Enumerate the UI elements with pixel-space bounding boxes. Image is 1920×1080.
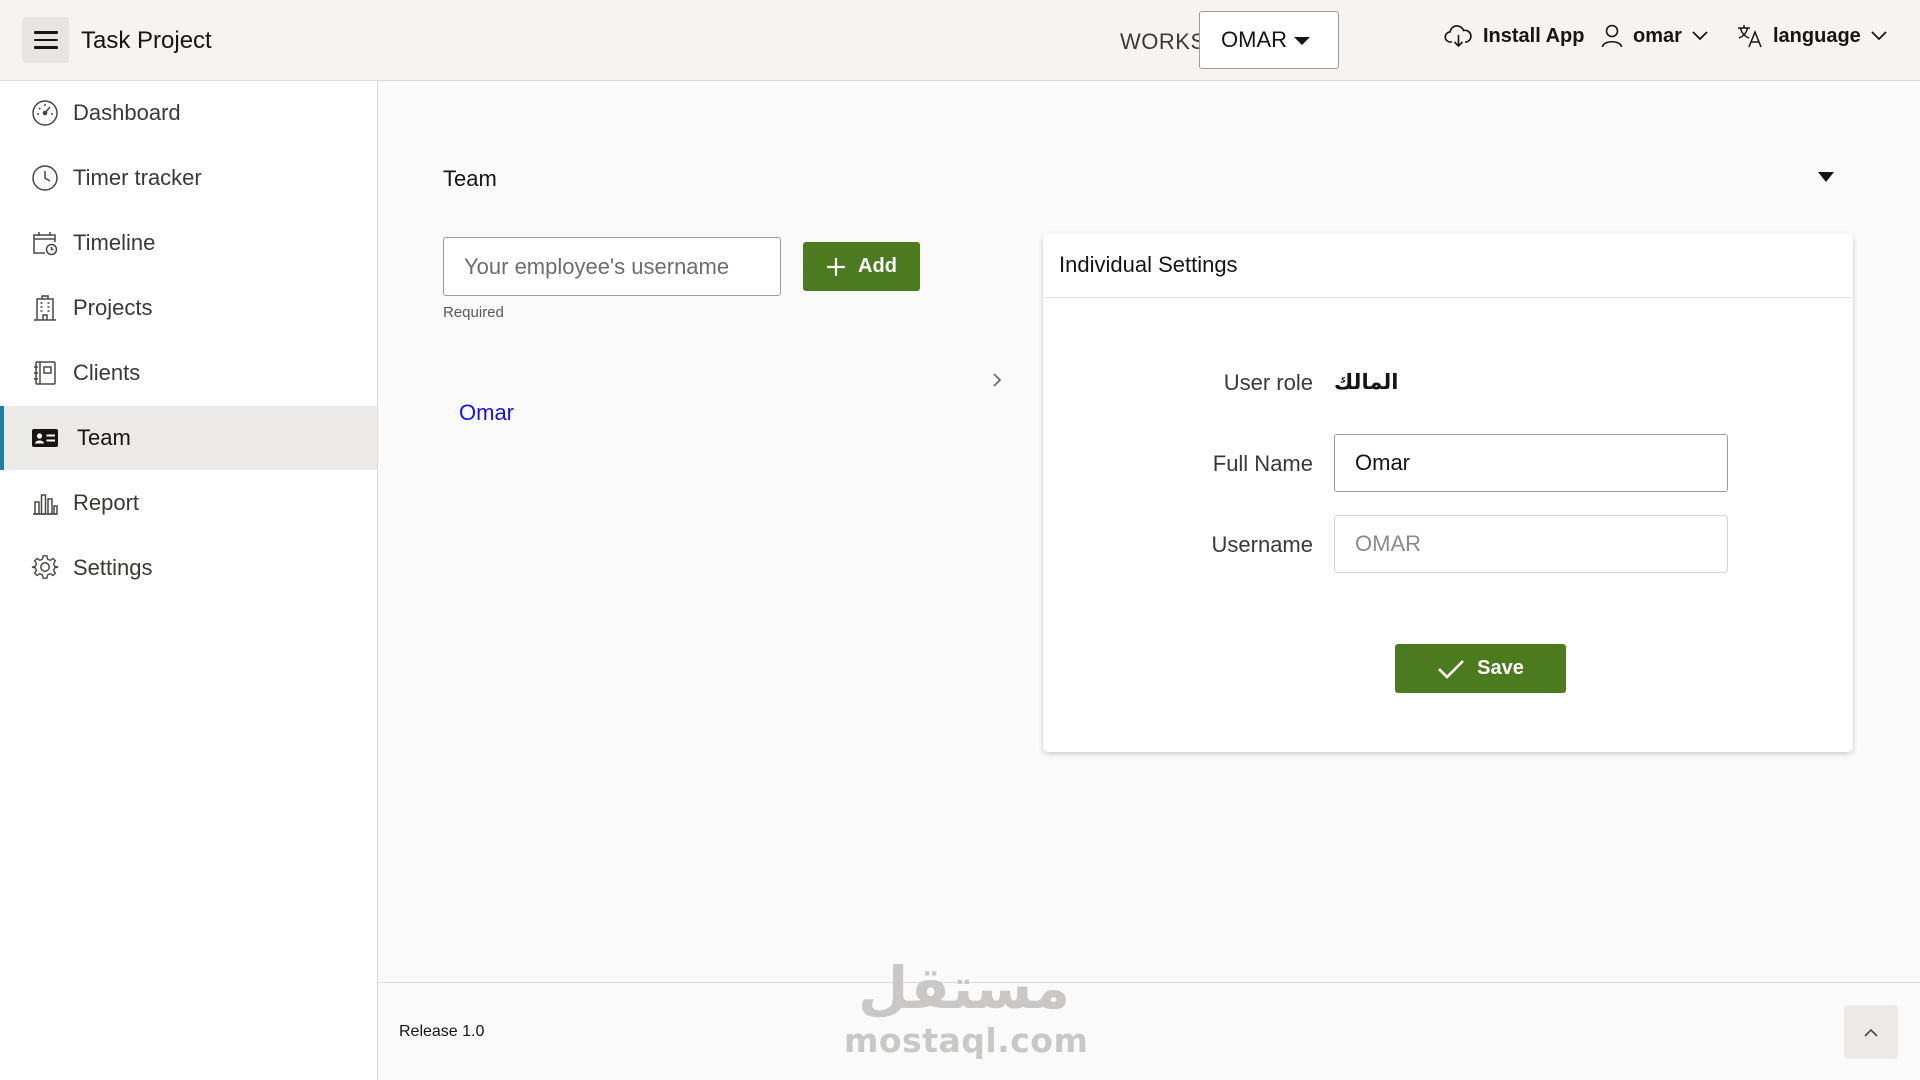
username-label: Username [1211, 532, 1313, 557]
top-header: Task Project WORKS OMAR Install App omar… [0, 0, 1920, 81]
user-menu[interactable]: omar [1601, 24, 1708, 48]
install-app-button[interactable]: Install App [1444, 24, 1584, 48]
workspace-value: OMAR [1221, 27, 1287, 52]
language-menu[interactable]: language [1737, 24, 1887, 48]
chevron-right-icon[interactable] [992, 370, 1002, 393]
save-button-label: Save [1477, 657, 1524, 679]
clock-icon [32, 165, 58, 191]
chevron-down-icon [1692, 31, 1708, 41]
sidebar-item-label: Projects [73, 295, 153, 320]
cloud-download-icon [1444, 25, 1472, 48]
calendar-clock-icon [33, 232, 58, 256]
sidebar-item-label: Clients [73, 360, 141, 385]
plus-icon [827, 257, 846, 276]
add-member-button[interactable]: Add [803, 242, 920, 291]
sidebar-item-report[interactable]: Report [0, 471, 377, 535]
workspace-select[interactable]: OMAR [1199, 11, 1339, 69]
hamburger-menu-icon[interactable] [22, 17, 69, 63]
gear-icon [31, 555, 59, 579]
sidebar-item-timer-tracker[interactable]: Timer tracker [0, 146, 377, 210]
user-role-label: User role [1223, 370, 1313, 395]
required-hint: Required [443, 304, 504, 321]
divider [1043, 297, 1853, 298]
sidebar-item-timeline[interactable]: Timeline [0, 211, 377, 275]
sidebar-item-label: Timer tracker [73, 165, 202, 190]
collapse-caret-icon[interactable] [1818, 172, 1834, 182]
sidebar-item-label: Team [77, 425, 131, 450]
sidebar-item-label: Timeline [73, 230, 156, 255]
watermark: مستقل mostaql.com [844, 953, 1089, 1060]
address-book-icon [34, 361, 56, 385]
scroll-to-top-button[interactable] [1844, 1005, 1898, 1059]
app-title: Task Project [81, 27, 212, 54]
user-icon [1601, 24, 1623, 48]
watermark-text: mostaql.com [844, 1021, 1089, 1060]
sidebar-item-label: Dashboard [73, 100, 181, 125]
full-name-label: Full Name [1212, 451, 1313, 476]
checkmark-icon [1438, 659, 1465, 679]
user-name: omar [1633, 24, 1682, 47]
footer: Release 1.0 مستقل mostaql.com [378, 954, 1920, 1080]
install-app-label: Install App [1483, 24, 1585, 47]
add-button-label: Add [858, 255, 897, 277]
sidebar-item-clients[interactable]: Clients [0, 341, 377, 405]
sidebar-item-label: Report [73, 490, 140, 515]
release-version: Release 1.0 [399, 1023, 485, 1040]
chevron-up-icon [1864, 1028, 1878, 1037]
sidebar-item-label: Settings [73, 555, 153, 580]
watermark-arabic: مستقل [857, 954, 1071, 1022]
caret-down-icon [1294, 37, 1310, 45]
bar-chart-icon [33, 494, 58, 515]
workspace-label: WORKS [1120, 29, 1206, 54]
id-card-icon [32, 429, 58, 447]
building-icon [34, 295, 56, 321]
team-member-link[interactable]: Omar [459, 400, 514, 426]
dashboard-icon [32, 100, 58, 126]
save-button[interactable]: Save [1395, 644, 1566, 693]
sidebar: Dashboard Timer tracker Timeline Project… [0, 81, 378, 1080]
chevron-down-icon [1871, 31, 1887, 41]
user-role-value: المالك [1334, 370, 1399, 394]
individual-settings-card: Individual Settings User role المالك Ful… [1043, 233, 1853, 752]
sidebar-item-team[interactable]: Team [0, 406, 377, 470]
translate-icon [1738, 25, 1762, 48]
username-input[interactable] [1334, 515, 1728, 573]
sidebar-item-projects[interactable]: Projects [0, 276, 377, 340]
language-label: language [1773, 24, 1861, 47]
section-title: Team [443, 166, 497, 191]
full-name-input[interactable] [1334, 434, 1728, 492]
card-title: Individual Settings [1059, 252, 1238, 277]
sidebar-item-dashboard[interactable]: Dashboard [0, 81, 377, 145]
sidebar-item-settings[interactable]: Settings [0, 536, 377, 600]
employee-username-input[interactable] [443, 237, 781, 296]
